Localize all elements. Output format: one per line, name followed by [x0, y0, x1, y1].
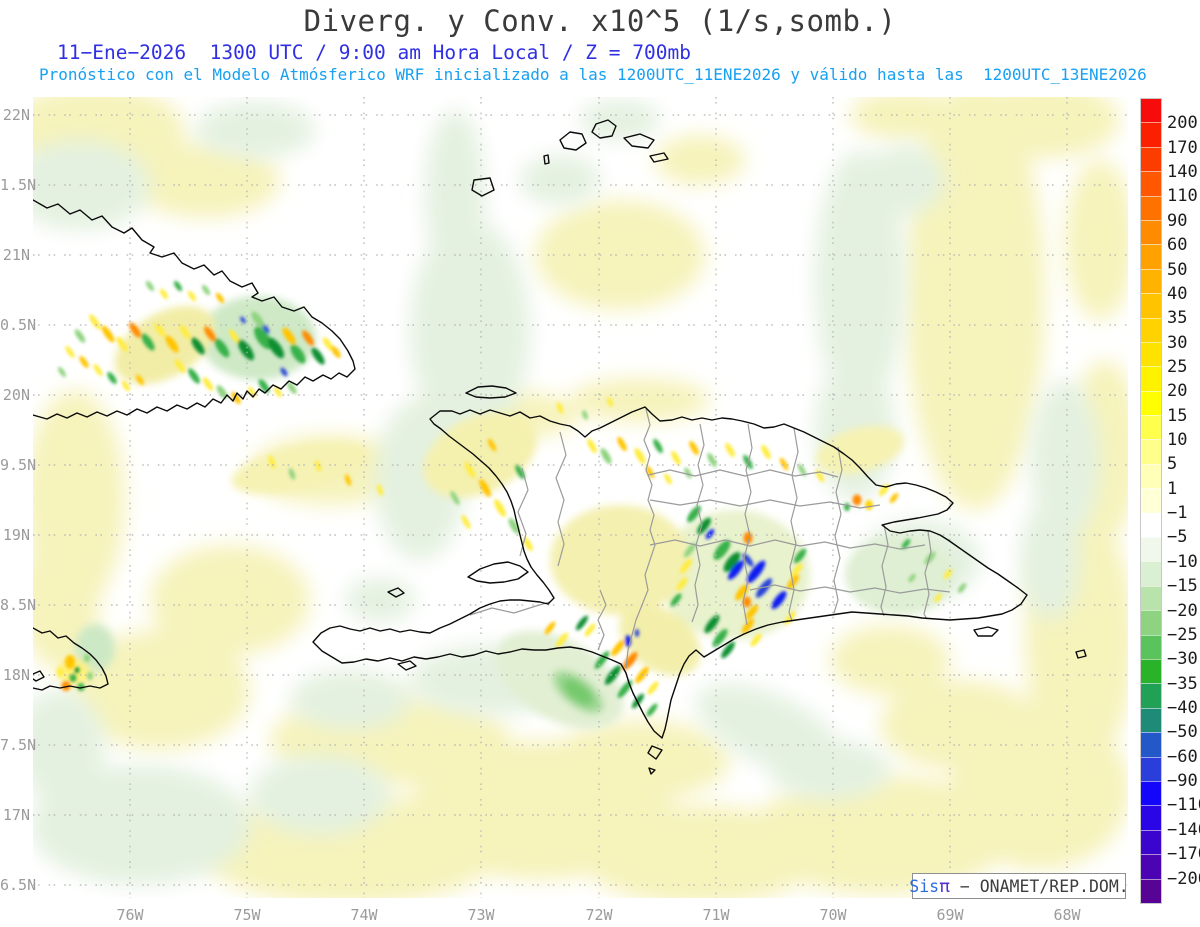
colorbar-segment [1141, 878, 1161, 903]
lat-tick-label: 7.5N [0, 736, 37, 754]
colorbar-tick-label: 10 [1167, 430, 1188, 451]
colorbar-segment [1141, 146, 1161, 172]
credit-brand: Sis [909, 876, 940, 896]
colorbar-segment [1141, 537, 1161, 562]
credit-text: − ONAMET/REP.DOM. [949, 876, 1129, 896]
colorbar [1141, 99, 1161, 903]
weather-map-page: Diverg. y Conv. x10^5 (1/s,somb.) 11−Ene… [0, 0, 1200, 927]
colorbar-tick-label: 200 [1167, 113, 1198, 134]
colorbar-tick-label: 15 [1167, 405, 1188, 426]
colorbar-segment [1141, 683, 1161, 708]
colorbar-segment [1141, 122, 1161, 147]
colorbar-segment [1141, 854, 1161, 879]
colorbar-tick-label: −35 [1167, 673, 1198, 694]
lon-tick-label: 75W [233, 906, 261, 924]
colorbar-segment [1141, 658, 1161, 684]
subtitle-datetime: 11−Ene−2026 1300 UTC / 9:00 am Hora Loca… [57, 41, 691, 64]
colorbar-segment [1141, 244, 1161, 269]
colorbar-tick-label: −10 [1167, 551, 1198, 572]
colorbar-tick-label: 140 [1167, 162, 1198, 183]
colorbar-tick-label: −200 [1167, 868, 1200, 889]
colorbar-segment [1141, 219, 1161, 245]
colorbar-segment [1141, 805, 1161, 830]
colorbar-tick-label: −110 [1167, 795, 1200, 816]
colorbar-segment [1141, 317, 1161, 342]
colorbar-segment [1141, 561, 1161, 586]
colorbar-segment [1141, 195, 1161, 220]
colorbar-tick-label: 1 [1167, 478, 1178, 499]
colorbar-segment [1141, 732, 1161, 757]
colorbar-tick-label: −170 [1167, 844, 1200, 865]
lat-tick-label: 0.5N [0, 316, 37, 334]
colorbar-tick-label: 25 [1167, 356, 1188, 377]
lat-tick-label: 18N [2, 666, 30, 684]
colorbar-segment [1141, 99, 1161, 123]
colorbar-tick-label: −90 [1167, 771, 1198, 792]
lat-tick-label: 19N [2, 526, 30, 544]
lat-tick-label: 17N [2, 806, 30, 824]
lat-tick-label: 8.5N [0, 596, 37, 614]
colorbar-tick-label: 60 [1167, 235, 1188, 256]
lon-tick-label: 70W [819, 906, 847, 924]
lat-tick-label: 20N [2, 386, 30, 404]
colorbar-tick-label: 170 [1167, 137, 1198, 158]
colorbar-tick-label: −20 [1167, 600, 1198, 621]
colorbar-segment [1141, 585, 1161, 611]
colorbar-tick-label: 30 [1167, 332, 1188, 353]
colorbar-tick-label: −30 [1167, 649, 1198, 670]
colorbar-segment [1141, 756, 1161, 781]
colorbar-segment [1141, 780, 1161, 806]
colorbar-tick-label: 20 [1167, 381, 1188, 402]
lat-tick-label: 1.5N [0, 176, 37, 194]
colorbar-segment [1141, 439, 1161, 464]
colorbar-tick-label: 90 [1167, 210, 1188, 231]
map-canvas [33, 97, 1128, 898]
lon-tick-label: 69W [936, 906, 964, 924]
subtitle-forecast: Pronóstico con el Modelo Atmósferico WRF… [39, 65, 1147, 84]
colorbar-tick-label: 35 [1167, 308, 1188, 329]
colorbar-tick-label: −40 [1167, 698, 1198, 718]
colorbar-segment [1141, 463, 1161, 489]
lon-tick-label: 73W [467, 906, 495, 924]
colorbar-segment [1141, 390, 1161, 416]
lat-tick-label: 6.5N [0, 876, 37, 894]
colorbar-tick-label: 110 [1167, 186, 1198, 207]
lat-tick-label: 9.5N [0, 456, 37, 474]
lon-tick-label: 71W [702, 906, 730, 924]
colorbar-segment [1141, 707, 1161, 733]
lon-tick-label: 74W [350, 906, 378, 924]
credit-box: Sis π − ONAMET/REP.DOM. [909, 873, 1129, 899]
credit-pi-symbol: π [939, 875, 950, 897]
page-title: Diverg. y Conv. x10^5 (1/s,somb.) [303, 4, 897, 38]
colorbar-tick-label: −5 [1167, 527, 1188, 548]
colorbar-tick-label: 40 [1167, 283, 1188, 304]
lon-tick-label: 76W [116, 906, 144, 924]
colorbar-tick-label: −25 [1167, 624, 1198, 645]
colorbar-tick-label: −140 [1167, 819, 1200, 840]
colorbar-segment [1141, 829, 1161, 855]
colorbar-tick-label: −60 [1167, 746, 1198, 767]
lon-tick-label: 68W [1053, 906, 1081, 924]
lat-tick-label: 21N [2, 246, 30, 264]
colorbar-segment [1141, 415, 1161, 440]
colorbar-tick-label: −15 [1167, 576, 1198, 597]
colorbar-segment [1141, 171, 1161, 196]
colorbar-segment [1141, 366, 1161, 391]
colorbar-segment [1141, 512, 1161, 538]
colorbar-segment [1141, 268, 1161, 294]
colorbar-tick-label: −50 [1167, 722, 1198, 743]
colorbar-tick-label: −1 [1167, 503, 1188, 524]
colorbar-segment [1141, 341, 1161, 367]
colorbar-tick-label: 50 [1167, 259, 1188, 280]
colorbar-segment [1141, 634, 1161, 659]
colorbar-segment [1141, 610, 1161, 635]
colorbar-segment [1141, 488, 1161, 513]
lon-tick-label: 72W [585, 906, 613, 924]
lat-tick-label: 22N [2, 106, 30, 124]
colorbar-tick-label: 5 [1167, 454, 1178, 475]
colorbar-segment [1141, 293, 1161, 318]
